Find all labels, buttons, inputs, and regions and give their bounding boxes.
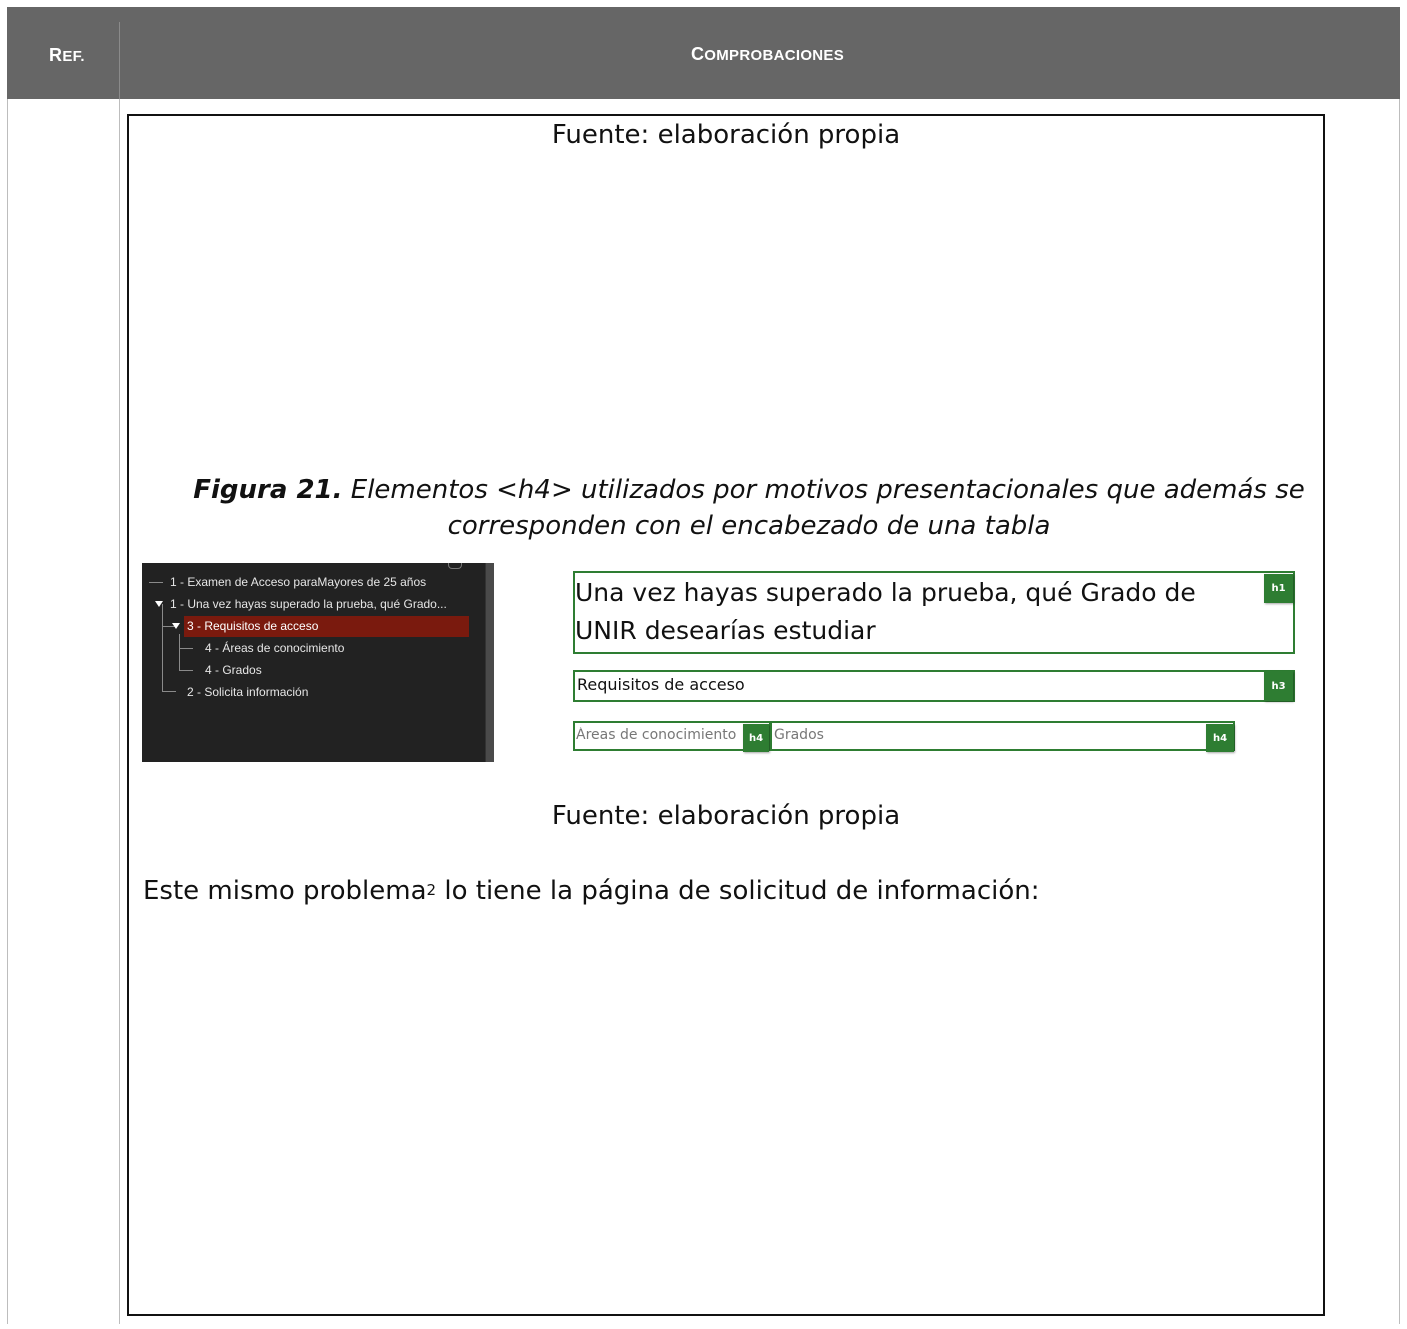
- h4-badge: h4: [743, 724, 769, 752]
- tree-item: 4 - Áreas de conocimiento: [205, 641, 345, 655]
- source-caption-bottom: Fuente: elaboración propia: [551, 801, 901, 831]
- table-header: REF. COMPROBACIONES: [7, 7, 1400, 99]
- tree-scrollbar: [485, 563, 494, 762]
- expand-triangle-icon: [155, 601, 163, 607]
- source-caption-top: Fuente: elaboración propia: [551, 120, 901, 150]
- h4-heading-text: Áreas de conocimiento: [576, 727, 737, 743]
- h4-heading-text: Grados: [774, 727, 824, 743]
- h1-heading-text: Una vez hayas superado la prueba, qué Gr…: [575, 578, 1196, 645]
- header-column-divider: [119, 22, 120, 99]
- tree-item: 1 - Una vez hayas superado la prueba, qu…: [170, 597, 447, 611]
- comprobaciones-column-header: COMPROBACIONES: [690, 44, 845, 64]
- heading-tree-panel: [142, 563, 494, 762]
- expand-triangle-icon: [172, 623, 180, 629]
- h1-badge: h1: [1264, 574, 1293, 603]
- tree-connector: [149, 582, 163, 583]
- tree-item: 1 - Examen de Acceso paraMayores de 25 a…: [170, 575, 427, 589]
- h3-badge: h3: [1264, 671, 1293, 701]
- tree-connector: [179, 648, 193, 649]
- tree-connector: [162, 691, 176, 692]
- table-left-border: [7, 99, 8, 1324]
- h3-heading-text: Requisitos de acceso: [577, 675, 745, 694]
- ref-column-header: REF.: [49, 45, 85, 65]
- tree-item-selected: 3 - Requisitos de acceso: [184, 616, 469, 637]
- tree-connector: [179, 634, 180, 671]
- tree-connector: [179, 670, 193, 671]
- footnote-reference[interactable]: 2: [427, 881, 437, 899]
- panel-corner-mark: [448, 563, 462, 569]
- body-paragraph: Este mismo problema2 lo tiene la página …: [143, 876, 1040, 906]
- h4-badge: h4: [1206, 724, 1234, 752]
- table-column-divider: [119, 99, 120, 1324]
- table-right-border: [1399, 99, 1400, 1324]
- tree-item: 2 - Solicita información: [187, 685, 309, 699]
- tree-item: 4 - Grados: [205, 663, 262, 677]
- figure-title: Figura 21. Elementos <h4> utilizados por…: [193, 475, 1305, 541]
- tree-connector: [162, 604, 163, 692]
